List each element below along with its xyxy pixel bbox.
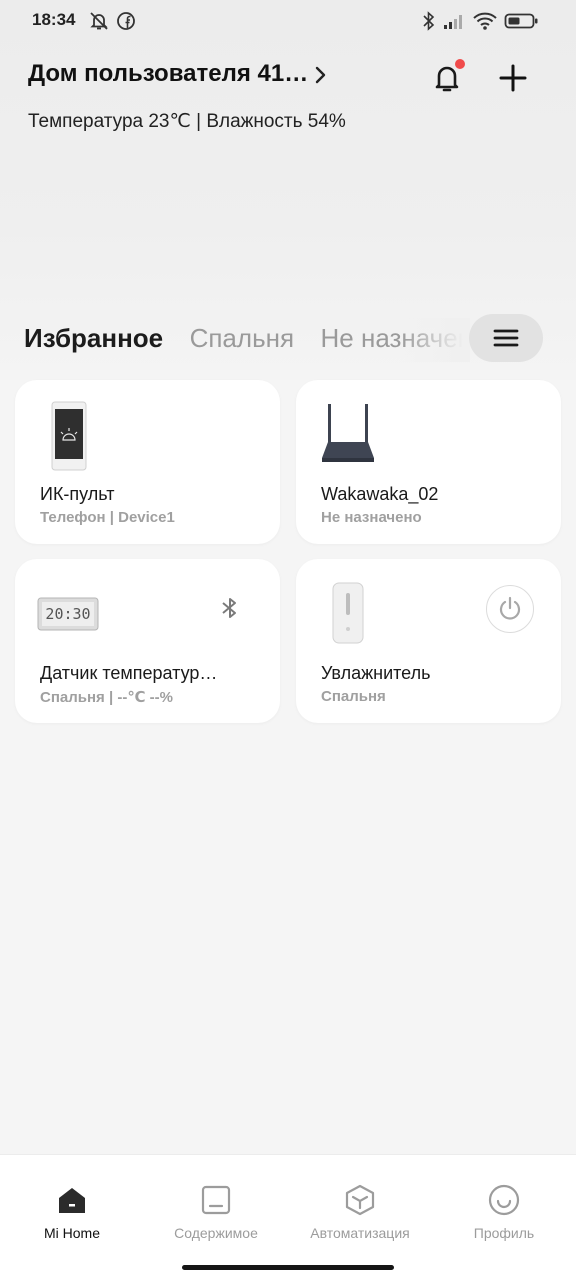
power-icon bbox=[499, 596, 521, 620]
plus-icon bbox=[499, 64, 527, 92]
tabs-fade bbox=[400, 318, 470, 362]
device-name: Увлажнитель bbox=[321, 663, 431, 683]
hamburger-menu-icon bbox=[493, 329, 519, 347]
tab-bedroom[interactable]: Спальня bbox=[190, 318, 294, 358]
bell-icon bbox=[435, 59, 465, 92]
device-name: Wakawaka_02 bbox=[321, 484, 439, 504]
notification-badge bbox=[455, 59, 465, 69]
add-device-button[interactable] bbox=[493, 58, 533, 98]
notifications-button[interactable] bbox=[427, 58, 467, 98]
bottom-navigation: Mi Home Содержимое Автоматизация Профиль bbox=[0, 1154, 576, 1281]
clock-text: 20:30 bbox=[45, 605, 90, 623]
nav-label: Автоматизация bbox=[310, 1225, 410, 1241]
home-indicator bbox=[182, 1265, 394, 1270]
rooms-menu-button[interactable] bbox=[469, 314, 543, 362]
home-selector[interactable]: Дом пользователя 41… bbox=[28, 60, 328, 88]
status-bar: 18:34 bbox=[0, 0, 576, 42]
home-title: Дом пользователя 41… bbox=[28, 60, 309, 87]
bluetooth-icon bbox=[222, 598, 236, 618]
chevron-right-icon bbox=[316, 66, 326, 84]
nav-label: Профиль bbox=[473, 1225, 535, 1241]
room-tabs: Избранное Спальня Не назначено bbox=[24, 318, 464, 362]
device-card-ir-remote[interactable]: ИК-пульт Телефон | Device1 bbox=[15, 380, 280, 544]
nav-automation[interactable]: Автоматизация bbox=[288, 1183, 432, 1241]
device-card-humidifier[interactable]: Увлажнитель Спальня bbox=[296, 559, 561, 723]
status-time: 18:34 bbox=[32, 10, 76, 29]
device-subtitle: Спальня bbox=[321, 688, 386, 705]
wifi-icon bbox=[473, 12, 497, 30]
nav-mi-home[interactable]: Mi Home bbox=[0, 1183, 144, 1241]
power-button[interactable] bbox=[486, 585, 534, 633]
battery-icon bbox=[504, 13, 538, 29]
nav-label: Содержимое bbox=[174, 1225, 258, 1241]
signal-icon bbox=[444, 15, 462, 29]
nav-profile[interactable]: Профиль bbox=[432, 1183, 576, 1241]
device-subtitle: Спальня | --℃ --% bbox=[40, 689, 173, 706]
device-subtitle: Не назначено bbox=[321, 509, 422, 526]
phone-device-icon bbox=[51, 401, 87, 471]
tab-favorites[interactable]: Избранное bbox=[24, 318, 163, 358]
home-icon bbox=[59, 1188, 85, 1213]
bluetooth-icon bbox=[423, 11, 435, 31]
facebook-icon bbox=[117, 12, 135, 30]
router-device-icon bbox=[322, 404, 374, 462]
automation-icon bbox=[345, 1184, 375, 1216]
climate-summary: Температура 23℃ | Влажность 54% bbox=[28, 111, 346, 132]
nav-content[interactable]: Содержимое bbox=[144, 1183, 288, 1241]
humidifier-device-icon bbox=[332, 582, 364, 644]
device-subtitle: Телефон | Device1 bbox=[40, 509, 175, 526]
device-card-temperature-sensor[interactable]: 20:30 Датчик температур… Спальня | --℃ -… bbox=[15, 559, 280, 723]
mute-notifications-icon bbox=[90, 12, 108, 30]
thermometer-device-icon: 20:30 bbox=[37, 597, 99, 631]
nav-label: Mi Home bbox=[43, 1225, 100, 1241]
device-card-wakawaka[interactable]: Wakawaka_02 Не назначено bbox=[296, 380, 561, 544]
device-name: Датчик температур… bbox=[40, 663, 218, 683]
profile-icon bbox=[488, 1184, 520, 1216]
content-icon bbox=[201, 1185, 231, 1215]
device-name: ИК-пульт bbox=[40, 484, 115, 504]
